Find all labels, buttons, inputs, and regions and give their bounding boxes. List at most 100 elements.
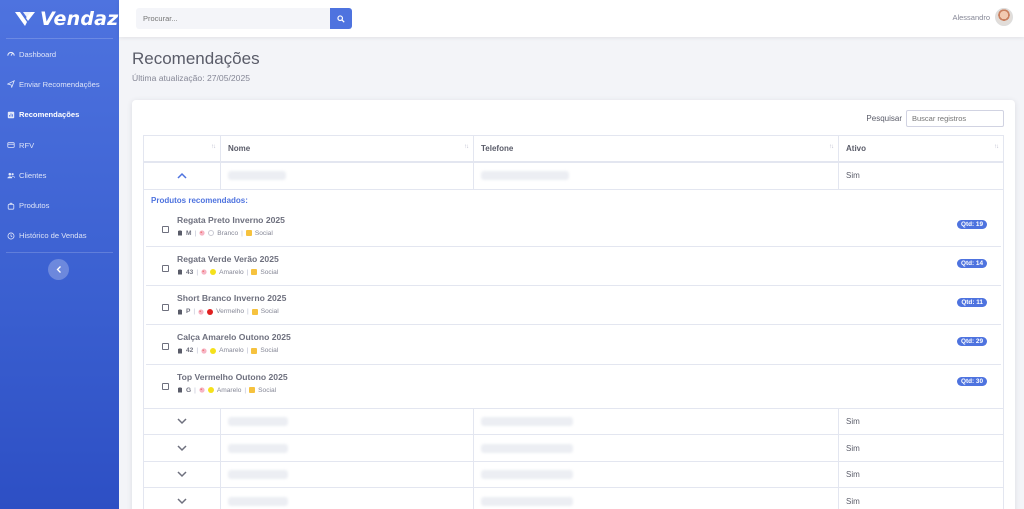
- brand[interactable]: Vendaz: [0, 0, 119, 38]
- avatar: [995, 8, 1013, 26]
- color-swatch: [207, 308, 214, 315]
- product-item: Calça Amarelo Outono 2025 42 | Amarelo | S…: [146, 325, 1001, 365]
- style-icon: [245, 230, 252, 236]
- style-icon: [251, 347, 258, 354]
- palette-icon: [201, 348, 207, 354]
- expand-toggle[interactable]: [144, 435, 221, 461]
- phone-cell: [474, 163, 839, 189]
- quantity-badge: Qtd: 29: [956, 337, 987, 347]
- user-menu[interactable]: Alessandro: [952, 8, 1013, 26]
- sidebar-item-rfv[interactable]: RFV: [0, 130, 119, 160]
- redacted-phone: [481, 496, 573, 506]
- product-size: G: [186, 386, 192, 394]
- search-bar: [136, 8, 352, 29]
- sidebar-item-recomendacoes[interactable]: Recomendações: [0, 100, 119, 130]
- expand-toggle[interactable]: [144, 488, 221, 509]
- product-meta: M | Branco | Social: [177, 230, 273, 237]
- expand-toggle[interactable]: [144, 408, 221, 435]
- sidebar-item-label: RFV: [19, 140, 35, 150]
- product-checkbox[interactable]: [162, 382, 169, 390]
- palette-icon: [201, 269, 207, 275]
- palette-icon: [199, 387, 205, 393]
- product-style: Social: [260, 268, 279, 276]
- table-row: Sim: [144, 408, 1003, 436]
- column-header-expand[interactable]: ↑↓: [144, 136, 221, 161]
- users-icon: [6, 171, 15, 180]
- product-color: Amarelo: [216, 386, 242, 394]
- product-item: Regata Preto Inverno 2025 M | Branco | Soc…: [146, 208, 1001, 247]
- chevron-down-icon: [177, 445, 187, 451]
- shirt-icon: [178, 348, 182, 354]
- active-cell: Sim: [846, 171, 860, 181]
- product-size: M: [186, 229, 192, 237]
- sort-icon: ↑↓: [994, 144, 999, 150]
- sidebar-item-produtos[interactable]: Produtos: [0, 190, 119, 220]
- search-input[interactable]: [136, 8, 330, 29]
- chevron-up-icon: [177, 173, 187, 179]
- color-swatch: [208, 230, 215, 236]
- redacted-name: [228, 171, 286, 181]
- rfv-icon: [6, 141, 15, 150]
- user-name: Alessandro: [952, 12, 990, 22]
- page-title: Recomendações: [132, 49, 260, 68]
- chevron-down-icon: [177, 498, 187, 504]
- color-swatch: [210, 269, 217, 276]
- product-item: Regata Verde Verão 2025 43 | Amarelo | Soc…: [146, 247, 1001, 287]
- product-style: Social: [260, 347, 279, 355]
- quantity-badge: Qtd: 30: [956, 376, 987, 386]
- search-button[interactable]: [330, 8, 352, 29]
- sidebar-nav: Dashboard Enviar Recomendações Recomenda…: [0, 39, 119, 251]
- shirt-icon: [178, 230, 182, 236]
- quantity-badge: Qtd: 14: [956, 258, 987, 268]
- product-checkbox[interactable]: [162, 343, 169, 351]
- redacted-phone: [481, 470, 573, 480]
- table-row: Sim: [144, 488, 1003, 509]
- name-cell: [221, 435, 474, 461]
- product-item: Short Branco Inverno 2025 P | Vermelho | S…: [146, 286, 1001, 326]
- quantity-badge: Qtd: 19: [956, 219, 987, 229]
- product-color: Vermelho: [216, 308, 244, 316]
- phone-cell: [474, 488, 839, 509]
- redacted-name: [228, 443, 288, 453]
- sidebar-item-label: Enviar Recomendações: [19, 79, 100, 89]
- style-icon: [249, 387, 256, 394]
- product-name: Short Branco Inverno 2025: [177, 293, 287, 304]
- sort-icon: ↑↓: [464, 144, 469, 150]
- sidebar-item-label: Recomendações: [19, 110, 80, 120]
- product-checkbox[interactable]: [162, 264, 169, 272]
- product-style: Social: [260, 308, 279, 316]
- phone-cell: [474, 461, 839, 488]
- chevron-down-icon: [177, 471, 187, 478]
- redacted-name: [228, 470, 288, 480]
- product-checkbox[interactable]: [162, 225, 169, 233]
- palette-icon: [198, 308, 204, 315]
- table-row: Sim: [144, 461, 1003, 489]
- filter-input[interactable]: [906, 110, 1004, 127]
- brand-name: Vendaz: [40, 8, 119, 30]
- palette-icon: [199, 230, 205, 236]
- column-header-nome[interactable]: Nome ↑↓: [221, 136, 474, 161]
- sort-icon: ↑↓: [211, 144, 216, 150]
- sidebar-toggle-button[interactable]: [48, 259, 69, 280]
- column-header-ativo[interactable]: Ativo ↑↓: [839, 136, 1003, 161]
- products-icon: [6, 201, 15, 210]
- sidebar-item-label: Histórico de Vendas: [19, 231, 87, 241]
- color-swatch: [210, 347, 217, 354]
- sidebar-item-enviar-recomendacoes[interactable]: Enviar Recomendações: [0, 69, 119, 99]
- sidebar-item-clientes[interactable]: Clientes: [0, 160, 119, 190]
- column-header-telefone[interactable]: Telefone ↑↓: [474, 136, 839, 161]
- product-checkbox[interactable]: [162, 304, 169, 312]
- recommendations-icon: [6, 110, 15, 119]
- expand-toggle[interactable]: [144, 461, 221, 488]
- shirt-icon: [178, 309, 182, 315]
- product-size: 42: [186, 347, 194, 355]
- sidebar-item-historico-de-vendas[interactable]: Histórico de Vendas: [0, 221, 119, 251]
- collapse-toggle[interactable]: [144, 163, 221, 189]
- product-style: Social: [258, 386, 277, 394]
- quantity-badge: Qtd: 11: [957, 298, 987, 308]
- vendaz-logo-icon: [15, 12, 35, 26]
- dashboard-icon: [6, 50, 15, 59]
- color-swatch: [207, 387, 214, 394]
- product-meta: 43 | Amarelo | Social: [177, 269, 278, 276]
- sidebar-item-dashboard[interactable]: Dashboard: [0, 39, 119, 69]
